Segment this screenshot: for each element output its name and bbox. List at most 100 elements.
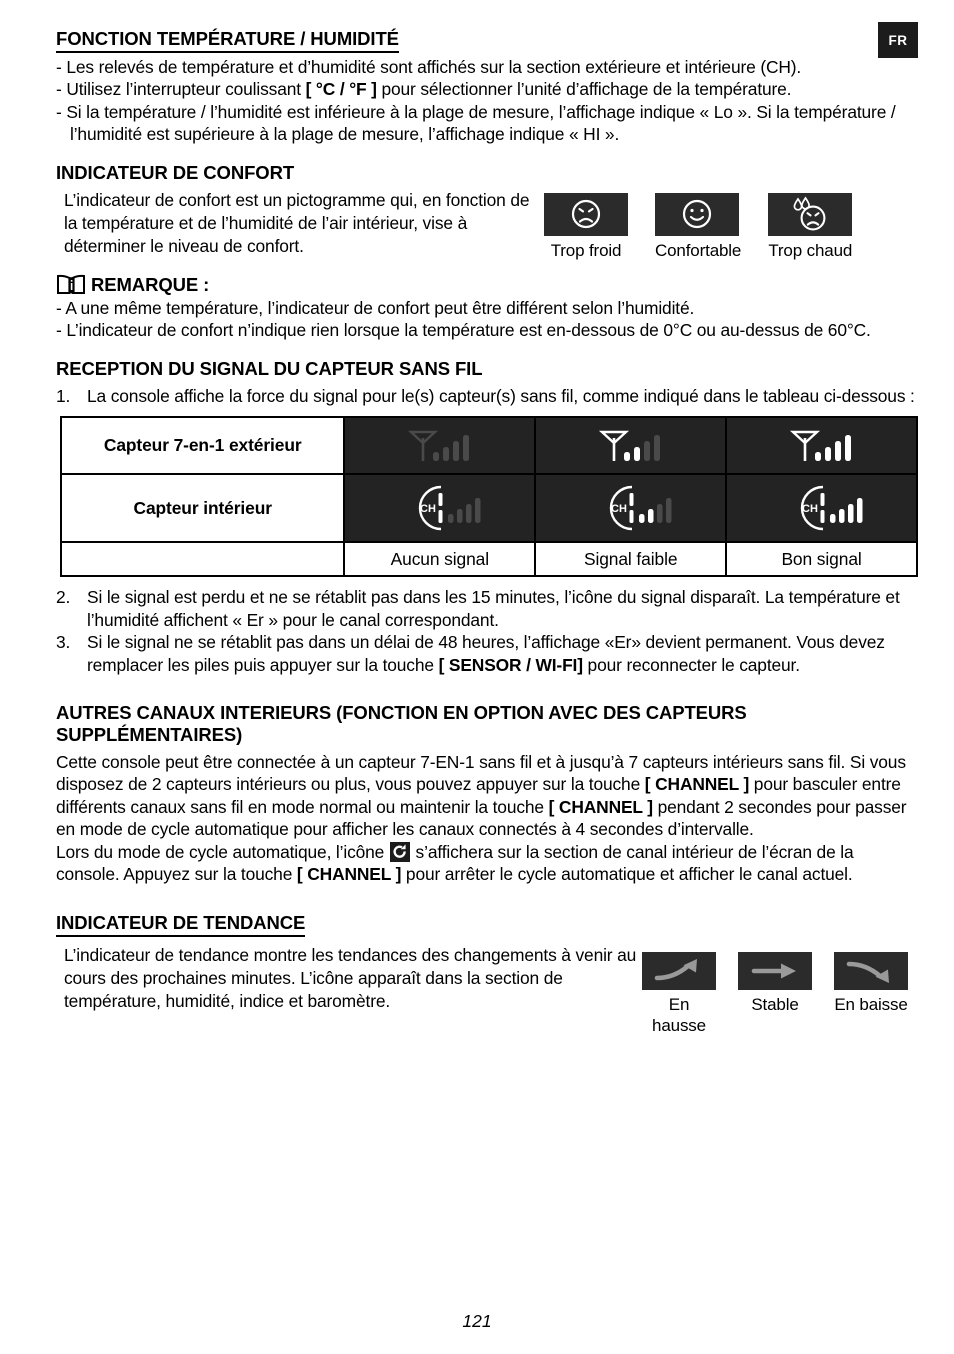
signal-strength-table: Capteur 7-en-1 extérieur Capteur intérie… (59, 416, 918, 578)
section-heading-other-channels-line2: SUPPLÉMENTAIRES) (56, 723, 243, 745)
signal-cell-indoor-none: CH (343, 473, 537, 544)
signal-cell-outdoor-weak (534, 416, 728, 476)
section-heading-other-channels-line1: AUTRES CANAUX INTERIEURS (FONCTION EN OP… (56, 701, 747, 723)
list-number: 3. (56, 632, 71, 653)
trend-label: En baisse (834, 994, 908, 1014)
bullet-text: - Les relevés de température et d’humidi… (56, 57, 802, 77)
list-item: - A une même température, l’indicateur d… (56, 297, 695, 318)
arrow-steady-icon (751, 963, 796, 979)
table-row-label-outdoor: Capteur 7-en-1 extérieur (59, 416, 346, 476)
antenna-signal-icon (789, 430, 851, 461)
trend-description: L’indicateur de tendance montre les tend… (64, 944, 637, 1011)
happy-face-icon (682, 200, 712, 229)
channel-signal-icon: CH (418, 485, 481, 531)
trend-item-rising: En hausse (642, 951, 716, 1037)
antenna-signal-icon (407, 430, 469, 461)
signal-caption-none: Aucun signal (343, 541, 537, 578)
trend-icon-group: En hausse Stable En baisse (642, 944, 908, 1037)
trend-label: En hausse (652, 994, 706, 1035)
comfort-description: L’indicateur de confort est un pictogram… (64, 189, 530, 257)
comfort-item-too-cold: Trop froid (544, 192, 628, 261)
signal-cell-outdoor-none (343, 416, 537, 476)
channel-signal-icon: CH (800, 485, 863, 531)
trend-content-row: L’indicateur de tendance montre les tend… (56, 944, 918, 1037)
section-signal-reception: RECEPTION DU SIGNAL DU CAPTEUR SANS FIL … (56, 358, 918, 676)
comfort-content-row: L’indicateur de confort est un pictogram… (56, 189, 918, 261)
signal-caption-good: Bon signal (725, 541, 918, 578)
other-channels-paragraph-1: Cette console peut être connectée à un c… (56, 751, 918, 841)
signal-reception-list-top: 1. La console affiche la force du signal … (56, 385, 918, 407)
section-other-channels: AUTRES CANAUX INTERIEURS (FONCTION EN OP… (56, 702, 918, 886)
language-badge: FR (878, 22, 918, 58)
section-heading-signal-reception: RECEPTION DU SIGNAL DU CAPTEUR SANS FIL (56, 357, 483, 379)
sad-face-icon (571, 200, 601, 229)
channel-button-ref-3: [ CHANNEL ] (296, 864, 402, 885)
sad-face-sweat-icon (793, 196, 826, 231)
arrow-falling-icon (846, 961, 889, 983)
svg-text:CH: CH (420, 503, 436, 515)
section-trend-indicator: INDICATEUR DE TENDANCE L’indicateur de t… (56, 912, 918, 1037)
trend-label: Stable (751, 994, 799, 1014)
section-remarque: REMARQUE : - A une même température, l’i… (56, 273, 918, 342)
temperature-humidity-bullets: - Les relevés de température et d’humidi… (56, 56, 918, 146)
other-channels-paragraph-2: Lors du mode de cycle automatique, l’icô… (56, 841, 918, 886)
remarque-title: REMARQUE : (91, 273, 210, 295)
trend-item-falling: En baisse (834, 951, 908, 1037)
comfort-icon-box (655, 192, 739, 236)
bullet-text: - Si la température / l’humidité est inf… (56, 101, 896, 145)
list-bold: [ SENSOR / WI-FI] (438, 654, 583, 675)
list-text: Si le signal est perdu et ne se rétablit… (87, 587, 900, 630)
list-number: 2. (56, 587, 71, 608)
comfort-label: Trop chaud (768, 240, 853, 260)
comfort-icon-group: Trop froid Confortable Trop chaud (536, 189, 852, 261)
list-item: 3. Si le signal ne se rétablit pas dans u… (56, 631, 918, 676)
table-blank-cell (59, 541, 346, 578)
comfort-item-too-hot: Trop chaud (768, 192, 853, 261)
section-heading-trend: INDICATEUR DE TENDANCE (56, 912, 305, 937)
page-number: 121 (462, 1311, 492, 1331)
channel-signal-icon: CH (609, 485, 672, 531)
comfort-icon-box (768, 192, 853, 236)
list-item: - L’indicateur de confort n’indique rien… (56, 320, 871, 341)
list-item: 1. La console affiche la force du signal … (56, 385, 918, 407)
signal-cell-indoor-good: CH (725, 473, 918, 544)
remarque-heading-row: REMARQUE : (56, 273, 918, 297)
channel-button-ref-2: [ CHANNEL ] (548, 796, 653, 817)
list-item: - Les relevés de température et d’humidi… (56, 56, 918, 78)
bullet-text: - Utilisez l’interrupteur coulissant (56, 79, 306, 100)
signal-caption-weak: Signal faible (534, 541, 728, 578)
svg-text:CH: CH (802, 503, 818, 515)
svg-text:CH: CH (611, 503, 627, 515)
trend-icon-box (738, 951, 812, 990)
comfort-item-comfortable: Confortable (655, 192, 741, 261)
list-item: 2. Si le signal est perdu et ne se rétabl… (56, 586, 918, 631)
remarque-bullets: - A une même température, l’indicateur d… (56, 297, 918, 342)
list-text-tail: pour reconnecter le capteur. (582, 654, 801, 675)
comfort-icon-box (544, 192, 628, 236)
section-heading-comfort: INDICATEUR DE CONFORT (56, 161, 295, 183)
channel-button-ref-1: [ CHANNEL ] (644, 774, 750, 795)
bullet-bold: [ °C / °F ] (305, 79, 377, 100)
auto-cycle-icon (389, 841, 410, 862)
section-comfort-indicator: INDICATEUR DE CONFORT L’indicateur de co… (56, 162, 918, 261)
list-item: - Si la température / l’humidité est inf… (56, 101, 918, 146)
table-row-label-indoor: Capteur intérieur (59, 473, 346, 544)
para-text: Lors du mode de cycle automatique, l’icô… (56, 841, 389, 862)
manual-book-info-icon (57, 274, 85, 294)
list-number: 1. (56, 385, 71, 406)
comfort-label: Trop froid (550, 240, 622, 260)
list-item: - Utilisez l’interrupteur coulissant [ °… (56, 78, 918, 100)
section-heading-temperature-humidity: FONCTION TEMPÉRATURE / HUMIDITÉ (56, 28, 399, 53)
trend-icon-box (834, 951, 908, 990)
table-row: Capteur intérieur CH CH CH (59, 473, 918, 544)
section-temperature-humidity: FONCTION TEMPÉRATURE / HUMIDITÉ - Les re… (56, 28, 918, 146)
antenna-signal-icon (598, 430, 660, 461)
bullet-text-tail: pour sélectionner l’unité d’affichage de… (376, 79, 792, 100)
trend-icon-box (642, 951, 716, 990)
signal-reception-list-bottom: 2. Si le signal est perdu et ne se rétabl… (56, 586, 918, 676)
signal-cell-outdoor-good (725, 416, 918, 476)
table-row: Capteur 7-en-1 extérieur (59, 416, 918, 476)
list-text: La console affiche la force du signal po… (87, 385, 915, 406)
manual-page: FR FONCTION TEMPÉRATURE / HUMIDITÉ - Les… (0, 0, 954, 1354)
signal-cell-indoor-weak: CH (534, 473, 728, 544)
